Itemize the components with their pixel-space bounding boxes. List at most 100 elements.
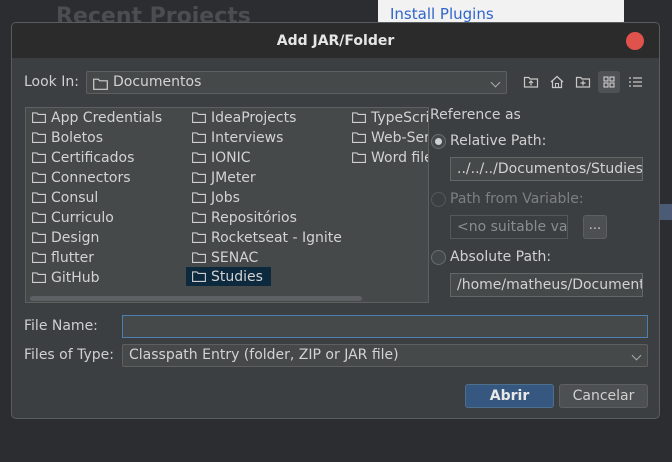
file-name-label: Word file: [371, 149, 429, 166]
list-item[interactable]: App Credentials: [26, 108, 162, 127]
list-item[interactable]: Rocketseat - Ignite: [186, 228, 342, 247]
list-item[interactable]: GitHub: [26, 268, 100, 287]
file-name-label: Certificados: [51, 149, 135, 166]
look-in-value: Documentos: [113, 74, 202, 90]
open-button[interactable]: Abrir: [465, 384, 554, 408]
home-button[interactable]: [546, 71, 568, 93]
up-folder-button[interactable]: [520, 71, 542, 93]
reference-as-label: Reference as: [430, 107, 521, 123]
details-view-icon: [629, 77, 642, 87]
file-name-label: Studies: [211, 268, 263, 285]
list-item[interactable]: JMeter: [186, 168, 256, 187]
path-from-variable-label: Path from Variable:: [450, 191, 584, 207]
relative-path-label: Relative Path:: [450, 133, 547, 149]
list-item[interactable]: Web-Ser: [346, 128, 429, 147]
file-name-label: Curriculo: [51, 209, 114, 226]
folder-icon: [192, 252, 206, 263]
file-name-label: SENAC: [211, 249, 259, 266]
browse-variable-button[interactable]: ...: [583, 215, 607, 239]
new-folder-icon: [575, 76, 591, 88]
folder-icon: [32, 112, 46, 123]
up-folder-icon: [523, 76, 539, 88]
folder-icon: [32, 152, 46, 163]
folder-icon: [192, 212, 206, 223]
file-name-label: File Name:: [24, 318, 98, 334]
chevron-down-icon: [490, 77, 501, 88]
list-item[interactable]: Connectors: [26, 168, 131, 187]
file-name-label: IdeaProjects: [211, 109, 297, 126]
folder-icon: [32, 212, 46, 223]
list-item[interactable]: IdeaProjects: [186, 108, 296, 127]
look-in-dropdown[interactable]: Documentos: [86, 71, 507, 94]
folder-icon: [352, 152, 366, 163]
relative-path-radio[interactable]: [431, 134, 446, 149]
files-of-type-label: Files of Type:: [24, 347, 114, 363]
dialog-titlebar: Add JAR/Folder: [12, 23, 659, 58]
list-item[interactable]: flutter: [26, 248, 94, 267]
folder-icon: [352, 112, 366, 123]
file-name-input[interactable]: [122, 315, 648, 338]
folder-icon: [93, 78, 108, 94]
folder-icon: [32, 232, 46, 243]
list-item[interactable]: Boletos: [26, 128, 103, 147]
home-icon: [550, 75, 564, 89]
file-name-label: Jobs: [211, 189, 240, 206]
path-from-variable-radio[interactable]: [431, 192, 446, 207]
folder-icon: [192, 271, 206, 282]
list-item[interactable]: TypeScri: [346, 108, 429, 127]
list-item[interactable]: IONIC: [186, 148, 251, 167]
list-item[interactable]: Jobs: [186, 188, 240, 207]
folder-icon: [192, 132, 206, 143]
file-name-label: Repositórios: [211, 209, 297, 226]
background-install-plugins-link[interactable]: Install Plugins: [378, 0, 624, 24]
file-name-label: Boletos: [51, 129, 104, 146]
dialog-title: Add JAR/Folder: [276, 33, 395, 49]
cancel-button[interactable]: Cancelar: [559, 384, 648, 408]
list-item[interactable]: Curriculo: [26, 208, 114, 227]
file-name-label: Consul: [51, 189, 99, 206]
add-jar-folder-dialog: Add JAR/Folder Look In: Documentos App C…: [11, 22, 660, 419]
file-name-label: JMeter: [211, 169, 256, 186]
horizontal-scrollbar[interactable]: [30, 296, 362, 301]
details-view-button[interactable]: [624, 71, 646, 93]
folder-icon: [192, 232, 206, 243]
list-item[interactable]: Repositórios: [186, 208, 297, 227]
variable-select[interactable]: <no suitable var: [450, 215, 568, 239]
file-name-label: Connectors: [51, 169, 131, 186]
file-name-label: Rocketseat - Ignite: [211, 229, 342, 246]
file-name-label: flutter: [51, 249, 95, 266]
files-of-type-dropdown[interactable]: Classpath Entry (folder, ZIP or JAR file…: [122, 344, 648, 367]
file-name-label: Web-Ser: [371, 129, 429, 146]
look-in-label: Look In:: [24, 74, 79, 90]
folder-icon: [32, 172, 46, 183]
absolute-path-field[interactable]: /home/matheus/Documento: [450, 273, 643, 297]
list-item[interactable]: Certificados: [26, 148, 134, 167]
close-button[interactable]: [626, 32, 644, 50]
folder-icon: [32, 252, 46, 263]
file-name-label: App Credentials: [51, 109, 163, 126]
chevron-down-icon: [631, 350, 642, 361]
list-item[interactable]: Interviews: [186, 128, 283, 147]
relative-path-field[interactable]: ../../../Documentos/Studies: [450, 157, 643, 181]
file-name-label: Design: [51, 229, 100, 246]
file-name-label: IONIC: [211, 149, 251, 166]
absolute-path-radio[interactable]: [431, 250, 446, 265]
file-name-label: Interviews: [211, 129, 284, 146]
file-list[interactable]: App Credentials Boletos Certificados Con…: [25, 107, 429, 303]
folder-icon: [32, 272, 46, 283]
file-name-label: TypeScri: [371, 109, 429, 126]
grid-view-icon: [603, 76, 615, 88]
folder-icon: [32, 192, 46, 203]
folder-icon: [352, 132, 366, 143]
list-item[interactable]: SENAC: [186, 248, 258, 267]
absolute-path-label: Absolute Path:: [450, 249, 552, 265]
background-selection-marker: [660, 204, 672, 220]
file-name-label: GitHub: [51, 269, 100, 286]
list-item[interactable]: Word file: [346, 148, 429, 167]
new-folder-button[interactable]: [572, 71, 594, 93]
folder-icon: [32, 132, 46, 143]
list-item-selected[interactable]: Studies: [186, 267, 271, 286]
list-item[interactable]: Design: [26, 228, 99, 247]
list-item[interactable]: Consul: [26, 188, 98, 207]
list-view-button[interactable]: [598, 71, 620, 93]
